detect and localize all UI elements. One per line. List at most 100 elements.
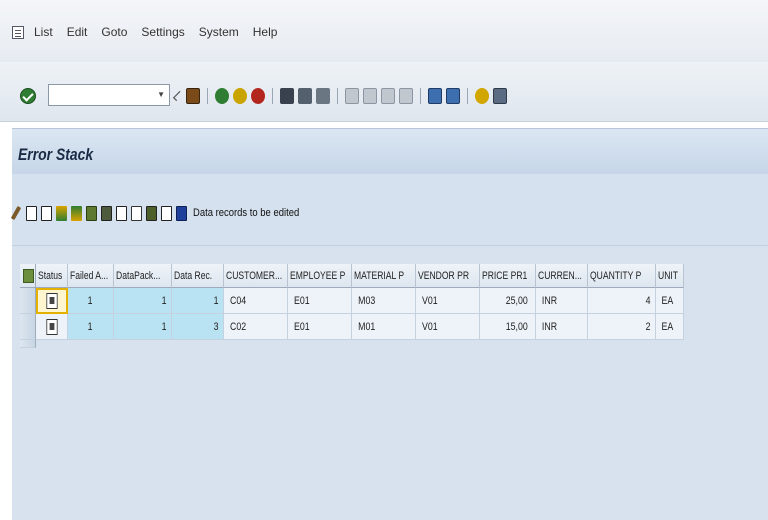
cell-value: 1 (213, 295, 219, 307)
column-header-employee[interactable]: EMPLOYEE P (288, 264, 352, 288)
cell-value: M01 (358, 321, 376, 333)
quantity-cell[interactable]: 4 (588, 288, 656, 314)
employee-cell[interactable]: E01 (288, 314, 352, 340)
menu-row: List Edit Goto Settings System Help (12, 22, 291, 42)
previous-page-icon[interactable] (363, 88, 377, 104)
vendor-cell[interactable]: V01 (416, 314, 480, 340)
cell-value: M03 (358, 295, 376, 307)
help-icon[interactable] (475, 88, 489, 104)
datarec-cell: 3 (172, 314, 224, 340)
price-cell[interactable]: 15,00 (480, 314, 536, 340)
system-menu-icon[interactable] (12, 25, 24, 39)
toolbar-separator (467, 88, 468, 104)
filter-icon[interactable] (86, 205, 97, 221)
column-header-material[interactable]: MATERIAL P (352, 264, 416, 288)
table-row-empty (20, 340, 684, 348)
menu-system[interactable]: System (199, 25, 239, 39)
application-toolbar-icons: Data records to be edited (10, 204, 317, 222)
quantity-cell[interactable]: 2 (588, 314, 656, 340)
total-icon[interactable] (146, 205, 157, 221)
column-header-datapack[interactable]: DataPack... (114, 264, 172, 288)
employee-cell[interactable]: E01 (288, 288, 352, 314)
find-icon[interactable] (298, 88, 312, 104)
column-header-price[interactable]: PRICE PR1 (480, 264, 536, 288)
customer-cell[interactable]: C04 (224, 288, 288, 314)
enter-icon[interactable] (20, 88, 36, 104)
back-icon[interactable] (172, 90, 184, 102)
currency-cell[interactable]: INR (536, 288, 588, 314)
menu-help[interactable]: Help (253, 25, 278, 39)
menu-list[interactable]: List (34, 25, 53, 39)
price-cell[interactable]: 25,00 (480, 288, 536, 314)
menu-edit[interactable]: Edit (67, 25, 88, 39)
customer-cell[interactable]: C02 (224, 314, 288, 340)
status-cell[interactable] (36, 314, 68, 340)
toolbar-separator (272, 88, 273, 104)
cell-value: 15,00 (506, 321, 529, 333)
cell-value: E01 (293, 295, 310, 307)
toolbar-separator (207, 88, 208, 104)
column-header-vendor[interactable]: VENDOR PR (416, 264, 480, 288)
find-next-icon[interactable] (316, 88, 330, 104)
cancel-icon[interactable] (233, 88, 247, 104)
column-header-label: CURREN... (538, 270, 582, 282)
currency-cell[interactable]: INR (536, 314, 588, 340)
unit-cell[interactable]: EA (656, 314, 684, 340)
chevron-down-icon[interactable]: ▼ (157, 90, 165, 99)
save-icon[interactable] (186, 88, 200, 104)
exit-icon[interactable] (215, 88, 229, 104)
row-selector[interactable] (20, 314, 36, 340)
cell-value: 25,00 (506, 295, 529, 307)
menu-settings[interactable]: Settings (141, 25, 184, 39)
page-title: Error Stack (18, 145, 94, 164)
select-all-icon[interactable] (20, 264, 36, 288)
sort-descending-icon[interactable] (71, 205, 82, 221)
details-icon[interactable] (41, 205, 52, 221)
failed-cell: 1 (68, 288, 114, 314)
cell-value: V01 (421, 321, 438, 333)
table-row[interactable]: 1 1 3 C02 E01 M01 V01 15,00 INR 2 EA (20, 314, 684, 340)
status-cell[interactable] (36, 288, 68, 314)
cell-value: 4 (645, 295, 651, 307)
sort-ascending-icon[interactable] (56, 205, 67, 221)
cell-value: INR (541, 321, 558, 333)
export-icon[interactable] (101, 205, 112, 221)
column-header-failed[interactable]: Failed A... (68, 264, 114, 288)
vendor-cell[interactable]: V01 (416, 288, 480, 314)
material-cell[interactable]: M01 (352, 314, 416, 340)
column-header-status[interactable]: Status (36, 264, 68, 288)
command-field[interactable]: ▼ (48, 84, 170, 106)
column-header-unit[interactable]: UNIT (656, 264, 684, 288)
error-log-icon[interactable] (45, 293, 58, 310)
shortcut-icon[interactable] (446, 88, 460, 104)
column-header-datarec[interactable]: Data Rec. (172, 264, 224, 288)
unit-cell[interactable]: EA (656, 288, 684, 314)
print-preview-icon[interactable] (116, 205, 127, 221)
toolbar-separator (420, 88, 421, 104)
column-header-label: UNIT (658, 270, 679, 282)
title-bar: Error Stack (12, 128, 768, 174)
layout-icon[interactable] (493, 88, 507, 104)
column-header-currency[interactable]: CURREN... (536, 264, 588, 288)
column-header-quantity[interactable]: QUANTITY P (588, 264, 656, 288)
menu-goto[interactable]: Goto (101, 25, 127, 39)
cell-value: 3 (213, 321, 219, 333)
cancel-icon[interactable] (251, 88, 265, 104)
cell-value: V01 (421, 295, 438, 307)
next-page-icon[interactable] (381, 88, 395, 104)
first-page-icon[interactable] (345, 88, 359, 104)
table-row[interactable]: 1 1 1 C04 E01 M03 V01 25,00 INR 4 EA (20, 288, 684, 314)
column-header-customer[interactable]: CUSTOMER... (224, 264, 288, 288)
set-filter-icon[interactable] (131, 205, 142, 221)
last-page-icon[interactable] (399, 88, 413, 104)
info-icon[interactable] (176, 205, 187, 221)
subtotal-icon[interactable] (161, 205, 172, 221)
error-log-icon[interactable] (45, 319, 58, 336)
create-session-icon[interactable] (428, 88, 442, 104)
print-icon[interactable] (280, 88, 294, 104)
data-records-button[interactable]: Data records to be edited (193, 207, 299, 219)
column-header-label: PRICE PR1 (482, 270, 528, 282)
material-cell[interactable]: M03 (352, 288, 416, 314)
row-selector[interactable] (20, 288, 36, 314)
delete-icon[interactable] (26, 205, 37, 221)
